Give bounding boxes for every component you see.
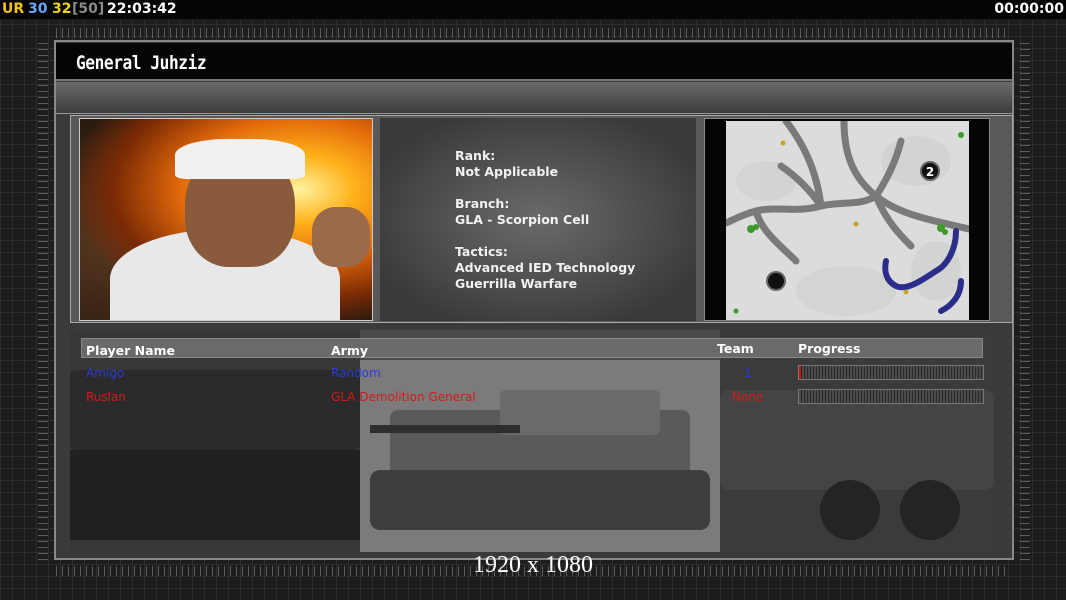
stat-value-b: 32 — [52, 1, 72, 17]
progress-bar — [798, 365, 984, 380]
progress-bar — [798, 389, 984, 404]
tactics-label: Tactics: — [455, 244, 508, 259]
minimap-panel: 2 — [704, 118, 990, 321]
page-title: General Juhziz — [76, 52, 207, 74]
progress-fill — [799, 366, 801, 379]
minimap[interactable]: 2 — [726, 121, 969, 320]
stat-value-a: 30 — [28, 1, 48, 17]
lower-panel — [70, 330, 994, 552]
ruler-top — [56, 28, 1010, 38]
header-band — [56, 82, 1012, 114]
stat-value-c: [50] — [72, 1, 105, 17]
status-bar: UR 30 32 [50] 22:03:42 00:00:00 — [0, 0, 1066, 19]
resolution-label: 1920 x 1080 — [473, 552, 593, 578]
player-army: GLA Demolition General — [331, 390, 476, 404]
general-info-panel: Rank: Not Applicable Branch: GLA - Scorp… — [380, 118, 696, 321]
player-army: Random — [331, 366, 381, 380]
start-position-icon — [766, 271, 786, 291]
player-name: Ruslan — [86, 390, 126, 404]
column-header-army: Army — [331, 343, 369, 358]
rank-label: Rank: — [455, 148, 496, 163]
tactic-item: Advanced IED Technology — [455, 260, 636, 275]
branch-label: Branch: — [455, 196, 510, 211]
title-bar: General Juhziz — [56, 43, 1012, 81]
ruler-left — [38, 40, 48, 560]
minimap-terrain: 2 — [726, 121, 969, 320]
column-header-progress: Progress — [798, 341, 861, 356]
rank-value: Not Applicable — [455, 164, 559, 179]
game-timer: 00:00:00 — [994, 1, 1064, 17]
branch-value: GLA - Scorpion Cell — [455, 212, 590, 227]
player-team: None — [732, 390, 764, 404]
column-header-player-name: Player Name — [86, 343, 176, 358]
start-position-label: 2 — [926, 165, 934, 179]
ur-label: UR — [2, 1, 25, 17]
column-header-team: Team — [717, 341, 754, 356]
tactic-item: Guerrilla Warfare — [455, 276, 578, 291]
general-portrait — [79, 118, 373, 321]
player-name: Amigo — [86, 366, 125, 380]
player-team: 1 — [744, 366, 752, 380]
ruler-right — [1020, 40, 1030, 560]
system-clock: 22:03:42 — [107, 1, 177, 17]
tank-backdrop — [70, 330, 994, 552]
